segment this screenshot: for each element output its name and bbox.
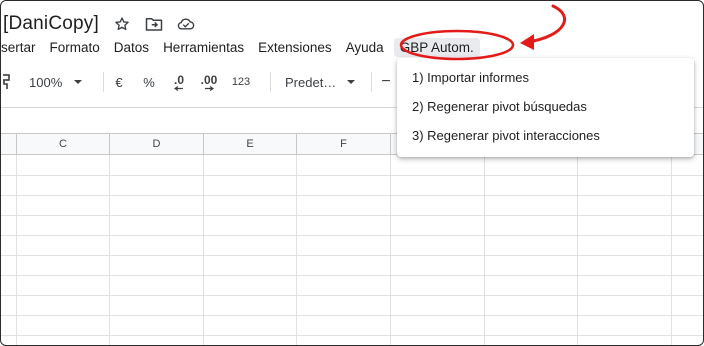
grid-line xyxy=(390,155,391,345)
font-size-decrease-button[interactable]: − xyxy=(372,73,400,91)
grid-line xyxy=(1,315,703,316)
zoom-value[interactable]: 100% xyxy=(29,75,69,90)
menu-bar: sertar Formato Datos Herramientas Extens… xyxy=(1,37,494,57)
grid-line xyxy=(1,175,703,176)
grid-line xyxy=(1,255,703,256)
arrow-left-icon xyxy=(174,85,183,91)
increase-decimals-button[interactable]: .00 xyxy=(194,74,224,91)
grid-line xyxy=(1,335,703,336)
column-header-b[interactable] xyxy=(1,134,17,154)
star-icon[interactable] xyxy=(113,15,131,33)
menu-gbp-autom[interactable]: GBP Autom. xyxy=(393,37,480,57)
menu-extensiones[interactable]: Extensiones xyxy=(258,40,332,55)
grid-line xyxy=(577,155,578,345)
gbp-autom-dropdown-menu: 1) Importar informes 2) Regenerar pivot … xyxy=(397,58,694,157)
column-header-c[interactable]: C xyxy=(17,134,110,154)
spreadsheet-grid[interactable]: C D E F xyxy=(1,133,703,345)
font-dropdown-icon[interactable] xyxy=(341,79,361,85)
menu-ayuda[interactable]: Ayuda xyxy=(346,40,384,55)
grid-line xyxy=(109,155,110,345)
zoom-dropdown-icon[interactable] xyxy=(69,79,87,85)
grid-line xyxy=(1,195,703,196)
menu-option-importar-informes[interactable]: 1) Importar informes xyxy=(412,70,529,85)
title-bar: [DaniCopy] xyxy=(1,9,195,39)
menu-option-regenerar-pivot-interacciones[interactable]: 3) Regenerar pivot interacciones xyxy=(412,128,600,143)
cloud-saved-icon[interactable] xyxy=(177,15,195,33)
toolbar-divider xyxy=(270,72,271,92)
grid-line xyxy=(484,155,485,345)
menu-formato[interactable]: Formato xyxy=(50,40,100,55)
menu-insertar[interactable]: sertar xyxy=(1,40,36,55)
grid-line xyxy=(1,275,703,276)
grid-line xyxy=(296,155,297,345)
menu-herramientas[interactable]: Herramientas xyxy=(163,40,244,55)
move-to-folder-icon[interactable] xyxy=(145,15,163,33)
grid-line xyxy=(1,295,703,296)
percent-format-button[interactable]: % xyxy=(134,75,164,90)
font-family-select[interactable]: Predet… xyxy=(285,75,341,90)
grid-line xyxy=(1,235,703,236)
grid-line xyxy=(203,155,204,345)
paint-format-icon[interactable] xyxy=(1,74,15,90)
number-format-button[interactable]: 123 xyxy=(224,76,258,88)
column-header-d[interactable]: D xyxy=(110,134,204,154)
column-header-f[interactable]: F xyxy=(297,134,391,154)
grid-line xyxy=(1,215,703,216)
menu-datos[interactable]: Datos xyxy=(114,40,149,55)
increase-decimals-label: .00 xyxy=(200,72,218,87)
window: [DaniCopy] sertar Formato Datos Herramie… xyxy=(0,0,704,346)
currency-format-button[interactable]: € xyxy=(104,75,134,90)
document-title[interactable]: [DaniCopy] xyxy=(1,13,99,35)
decrease-decimals-label: .0 xyxy=(173,72,184,87)
decrease-decimals-button[interactable]: .0 xyxy=(164,74,194,91)
column-header-e[interactable]: E xyxy=(204,134,297,154)
arrow-right-icon xyxy=(205,85,214,91)
grid-line xyxy=(16,155,17,345)
menu-option-regenerar-pivot-busquedas[interactable]: 2) Regenerar pivot búsquedas xyxy=(412,99,587,114)
grid-line xyxy=(671,155,672,345)
